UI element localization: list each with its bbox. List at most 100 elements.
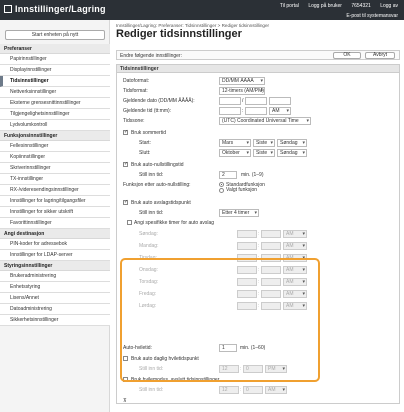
action-row: Endre følgende innstillinger: OK Avbryt (116, 50, 400, 60)
specific-timer-row: Angi spesifikke timer for auto avslag (123, 219, 393, 227)
dst-end-label: Slutt: (139, 150, 151, 156)
sidebar-list: Preferanser Papirinnstillinger Displayinns… (0, 44, 110, 326)
settings-logo-icon (4, 5, 12, 13)
weekday-minute-input[interactable] (261, 230, 281, 238)
current-time-minute-input[interactable] (245, 107, 267, 115)
weekday-ampm-select[interactable]: AM (283, 242, 307, 250)
sidebar-item[interactable]: PIN-koder for adressebok (0, 239, 110, 250)
sidebar-item[interactable]: Sikkerhetsinnstillinger (0, 315, 110, 326)
sleep-exit-minute-input[interactable]: 0 (243, 386, 263, 394)
sidebar-item[interactable]: Kopiinnstillinger (0, 152, 110, 163)
auto-offline-time-select[interactable]: Etter 4 timer (219, 209, 259, 217)
sidebar-item[interactable]: RX-/videresendingsinnstillinger (0, 185, 110, 196)
sidebar-item[interactable]: Innstillinger for sikker utskrift (0, 207, 110, 218)
sidebar-item[interactable]: Eksterne grensesnittinnstillinger (0, 98, 110, 109)
sidebar-item[interactable]: Favorittinnstillinger (0, 218, 110, 229)
sidebar-item[interactable]: Fellesinnstillinger (0, 141, 110, 152)
auto-offline-row: ✓ Bruk auto avslagstidspunkt (123, 199, 393, 207)
sidebar-item[interactable]: Nettverksinnstillinger (0, 87, 110, 98)
ok-button[interactable]: OK (333, 52, 361, 59)
sidebar-item[interactable]: Datoadministrering (0, 304, 110, 315)
current-date-month-input[interactable] (245, 97, 267, 105)
function-after-reset-label: Funksjon etter auto-nullstilling: (123, 182, 191, 188)
dst-end-month-select[interactable]: Oktober (219, 149, 251, 157)
time-format-row: Tidsformat: 12-timers (AM/PM) (123, 87, 393, 95)
current-date-day-input[interactable] (219, 97, 241, 105)
weekday-minute-input[interactable] (261, 242, 281, 250)
dst-checkbox[interactable]: ✓ (123, 130, 128, 135)
current-time-ampm-select[interactable]: AM (269, 107, 291, 115)
sidebar-item[interactable]: Skriverinnstillinger (0, 163, 110, 174)
sidebar-item[interactable]: Papirinnstillinger (0, 54, 110, 65)
weekday-ampm-select[interactable]: AM (283, 230, 307, 238)
dst-end-week-select[interactable]: Siste (253, 149, 275, 157)
auto-reset-unit: min. (1–9) (241, 172, 264, 178)
auto-offline-time-row: Still inn tid: Etter 4 timer (131, 209, 393, 217)
logout-link[interactable]: Logg av (380, 3, 398, 9)
portal-link[interactable]: Til portal (280, 3, 299, 9)
highlight-frame (120, 258, 320, 382)
dst-start-label: Start: (139, 140, 151, 146)
sidebar-item[interactable]: Tidsinnstillinger (0, 76, 110, 87)
dst-end-row: Slutt: Oktober Siste Søndag (131, 149, 393, 157)
cancel-button[interactable]: Avbryt (365, 52, 395, 59)
scroll-top-icon[interactable]: ⊼ (123, 398, 127, 404)
scroll-top-link[interactable]: ⊼ (123, 397, 143, 405)
auto-reset-row: ✓ Bruk auto-nullstillingstid (123, 161, 393, 169)
sidebar-section-title: Preferanser (0, 44, 110, 54)
specific-timer-checkbox[interactable] (127, 220, 132, 225)
app-title: Innstillinger/Lagring (4, 4, 106, 14)
sidebar-item[interactable]: Lydvolumkontroll (0, 120, 110, 131)
sidebar-item[interactable]: Brukeradministrering (0, 271, 110, 282)
auto-offline-time-label: Still inn tid: (139, 210, 164, 216)
sidebar-item[interactable]: Displayinnstillinger (0, 65, 110, 76)
sidebar-section-title: Funksjonsinnstillinger (0, 131, 110, 141)
subtitle: Endre følgende innstillinger: (120, 53, 182, 59)
sidebar-item[interactable]: Innstillinger for LDAP-server (0, 250, 110, 261)
date-format-select[interactable]: DD/MM ÅÅÅÅ (219, 77, 265, 85)
sidebar-item[interactable]: TX-innstillinger (0, 174, 110, 185)
sleep-exit-time-label: Still inn tid: (139, 387, 164, 393)
current-date-year-input[interactable] (269, 97, 291, 105)
dst-start-day-select[interactable]: Søndag (277, 139, 307, 147)
dst-start-week-select[interactable]: Siste (253, 139, 275, 147)
time-format-label: Tidsformat: (123, 88, 148, 94)
user-id: 7654321 (351, 3, 371, 9)
auto-reset-time-row: Still inn tid: 2 min. (1–9) (131, 171, 393, 179)
selected-function-radio[interactable] (219, 188, 224, 193)
sleep-exit-hour-input[interactable]: 12 (219, 386, 239, 394)
sidebar-item[interactable]: Tilgjengelighetsinnstillinger (0, 109, 110, 120)
sleep-exit-separator: : (240, 387, 242, 393)
sidebar-item[interactable]: Enhetsstyring (0, 282, 110, 293)
dst-start-month-select[interactable]: Mars (219, 139, 251, 147)
sidebar-section-title: Angi destinasjon (0, 229, 110, 239)
auto-offline-label: Bruk auto avslagstidspunkt (131, 200, 191, 206)
auto-offline-checkbox[interactable]: ✓ (123, 200, 128, 205)
time-separator: : (242, 108, 244, 114)
sidebar-item[interactable]: Innstillinger for lagring/tilgangsfiler (0, 196, 110, 207)
function-after-reset-row: Funksjon etter auto-nullstilling: Standa… (123, 181, 393, 195)
standard-function-radio[interactable] (219, 182, 224, 187)
sleep-exit-ampm-select[interactable]: AM (265, 386, 287, 394)
weekday-separator: : (258, 243, 260, 249)
top-links: Til portal Logg på bruker 7654321 Logg a… (272, 3, 398, 9)
weekday-hour-input[interactable] (237, 230, 257, 238)
login-user-label: Logg på bruker (308, 3, 342, 9)
timezone-row: Tidssone: (UTC) Coordinated Universal Ti… (123, 117, 393, 125)
selected-function-label: Valgt funksjon (226, 187, 258, 193)
date-separator: / (242, 98, 244, 104)
dst-end-day-select[interactable]: Søndag (277, 149, 307, 157)
timezone-label: Tidssone: (123, 118, 145, 124)
email-admin-link[interactable]: E-post til systemansvar (346, 13, 398, 19)
current-time-hour-input[interactable] (219, 107, 241, 115)
weekday-separator: : (258, 231, 260, 237)
weekday-hour-input[interactable] (237, 242, 257, 250)
restart-device-button[interactable]: Start enheten på nytt (5, 30, 105, 40)
time-format-select[interactable]: 12-timers (AM/PM) (219, 87, 265, 95)
auto-reset-checkbox[interactable]: ✓ (123, 162, 128, 167)
auto-reset-time-input[interactable]: 2 (219, 171, 237, 179)
sidebar-item[interactable]: Lisens/Annet (0, 293, 110, 304)
timezone-select[interactable]: (UTC) Coordinated Universal Time (219, 117, 311, 125)
current-time-row: Gjeldende tid (tt:mm): : AM (123, 107, 393, 115)
sleep-exit-time-row: Still inn tid: 12 : 0 AM (131, 386, 393, 394)
